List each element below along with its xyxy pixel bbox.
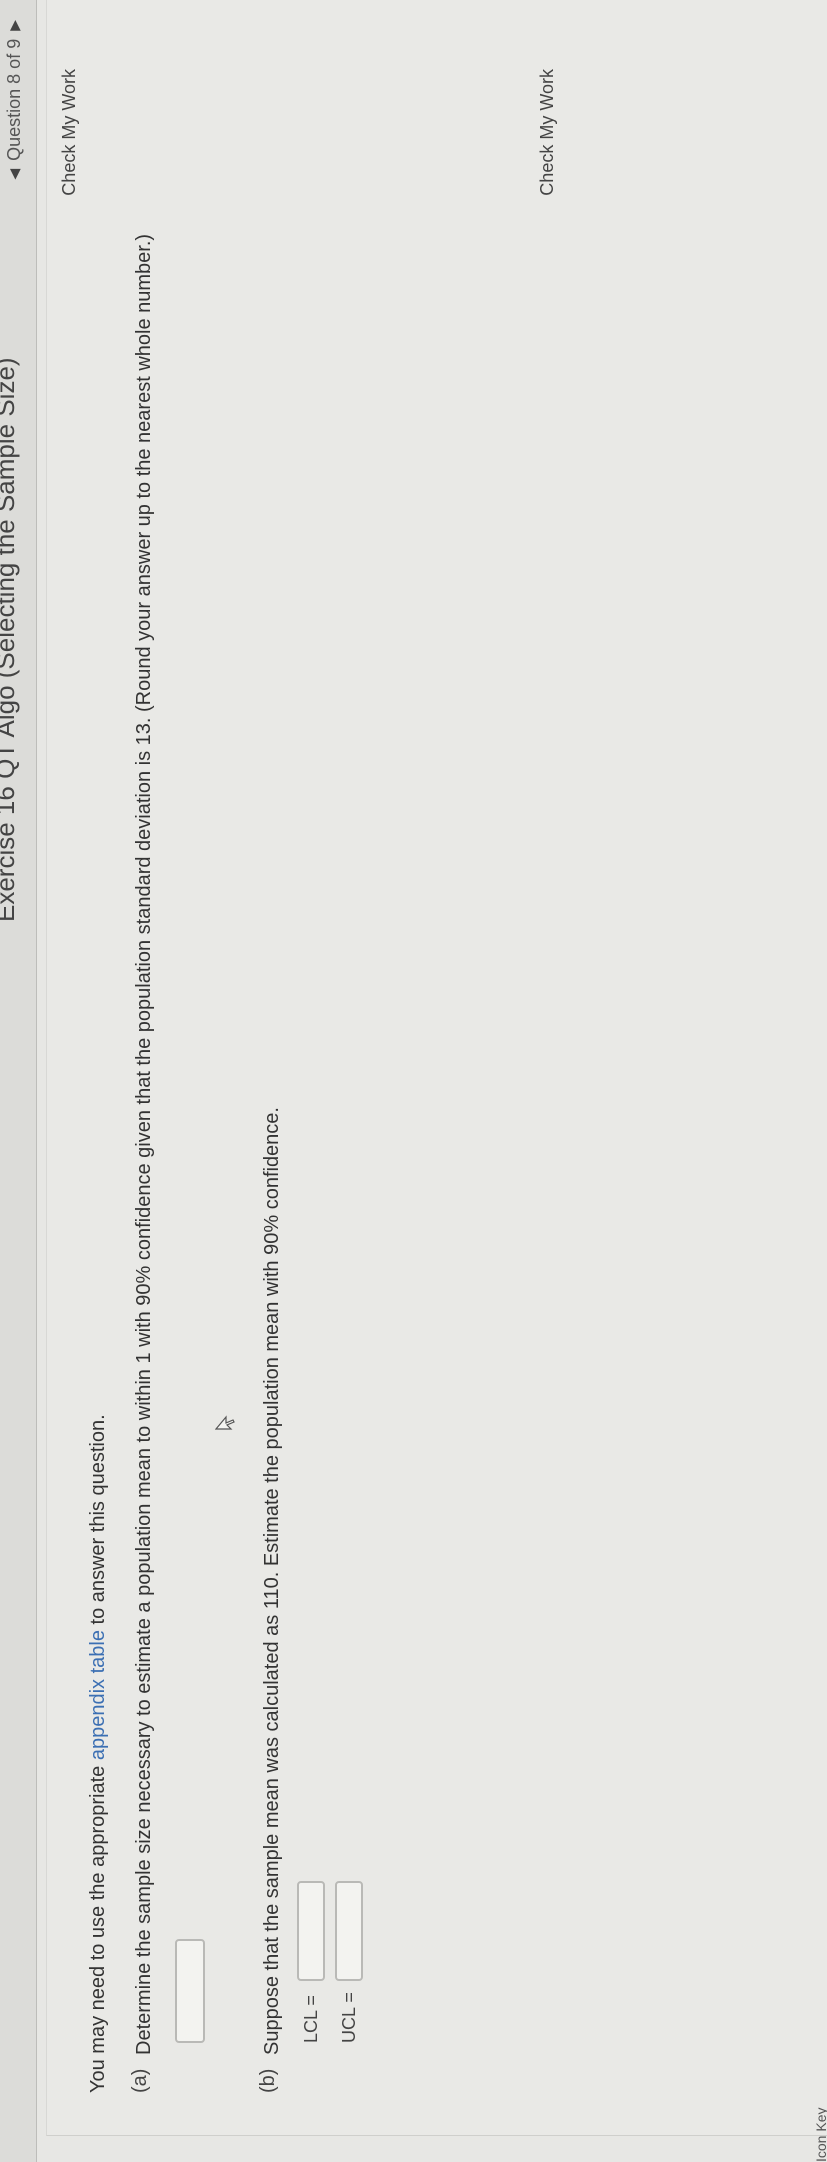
question-counter: Question 8 of 9	[4, 38, 24, 161]
previous-question-arrow-icon[interactable]: ◀	[6, 169, 23, 180]
lcl-label: LCL =	[300, 1995, 321, 2043]
question-card: Check My Work You may need to use the ap…	[46, 0, 827, 2136]
appendix-table-link[interactable]: appendix table	[87, 1630, 109, 1760]
intro-before-link: You may need to use the appropriate	[87, 1760, 109, 2093]
part-b-label: (b)	[257, 2068, 279, 2093]
top-bar: Exercise 16 QT Algo (Selecting the Sampl…	[0, 0, 37, 2162]
ucl-input[interactable]	[335, 1881, 363, 1981]
part-a-label: (a)	[129, 2068, 151, 2093]
lcl-input[interactable]	[297, 1881, 325, 1981]
intro-text: You may need to use the appropriate appe…	[87, 1414, 110, 2093]
assignment-title: Exercise 16 QT Algo (Selecting the Sampl…	[0, 357, 20, 922]
part-b-text: Suppose that the sample mean was calcula…	[261, 1107, 283, 2055]
part-a-answer-input[interactable]	[175, 1939, 205, 2043]
question-navigation: ◀ Question 8 of 9 ▶	[4, 20, 25, 180]
check-my-work-button-bottom[interactable]: Check My Work	[537, 69, 558, 196]
ucl-label: UCL =	[338, 1992, 359, 2043]
ucl-row: UCL =	[335, 1881, 363, 2043]
lcl-row: LCL =	[297, 1881, 325, 2043]
part-b: (b) Suppose that the sample mean was calc…	[257, 93, 287, 2093]
icon-key-partial: Icon Key	[813, 2107, 827, 2162]
part-a-text: Determine the sample size necessary to e…	[133, 233, 155, 2055]
part-a: (a) Determine the sample size necessary t…	[129, 93, 159, 2093]
intro-after-link: to answer this question.	[87, 1414, 109, 1631]
mouse-cursor-icon	[215, 1415, 235, 1430]
check-my-work-button-top[interactable]: Check My Work	[59, 69, 80, 196]
next-question-arrow-icon[interactable]: ▶	[6, 20, 23, 31]
rotated-screen: Exercise 16 QT Algo (Selecting the Sampl…	[0, 0, 827, 2162]
